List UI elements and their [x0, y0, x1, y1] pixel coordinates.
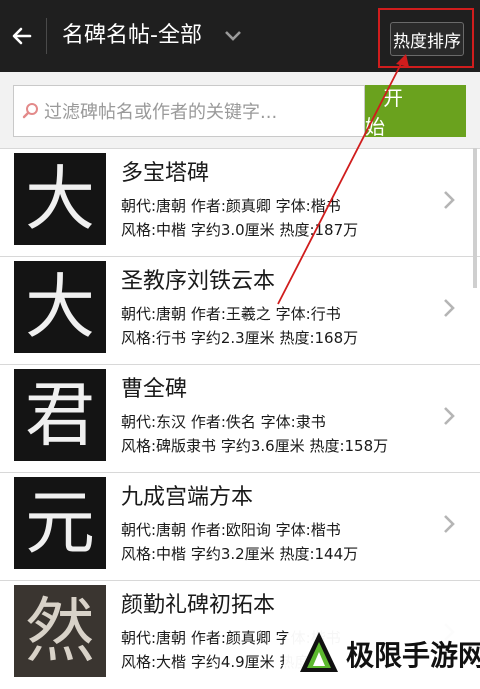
list-item[interactable]: 大 圣教序刘铁云本 朝代:唐朝 作者:王羲之 字体:行书 风格:行书 字约2.3… [0, 256, 480, 365]
list-item[interactable]: 君 曹全碑 朝代:东汉 作者:佚名 字体:隶书 风格:碑版隶书 字约3.6厘米 … [0, 364, 480, 473]
chevron-right-icon [444, 299, 455, 317]
watermark: 极限手游网 [284, 618, 480, 686]
item-title: 多宝塔碑 [121, 161, 210, 186]
item-meta-dynasty: 朝代:唐朝 作者:欧阳询 字体:楷书 [121, 521, 341, 539]
sort-by-popularity-button[interactable]: 热度排序 [390, 22, 464, 56]
header-divider [46, 18, 47, 54]
back-button[interactable] [8, 18, 36, 54]
item-meta-dynasty: 朝代:唐朝 作者:颜真卿 字体:楷书 [121, 197, 341, 215]
watermark-logo-icon [300, 632, 338, 672]
item-meta-style: 风格:行书 字约2.3厘米 热度:168万 [121, 329, 359, 347]
item-meta-style: 风格:碑版隶书 字约3.6厘米 热度:158万 [121, 437, 389, 455]
item-title: 九成宫端方本 [121, 485, 254, 510]
chevron-down-icon[interactable] [224, 30, 242, 42]
list-item[interactable]: 大 多宝塔碑 朝代:唐朝 作者:颜真卿 字体:楷书 风格:中楷 字约3.0厘米 … [0, 148, 480, 257]
item-title: 圣教序刘铁云本 [121, 269, 276, 294]
item-meta-style: 风格:中楷 字约3.2厘米 热度:144万 [121, 545, 359, 563]
watermark-text: 极限手游网 [346, 639, 480, 672]
chevron-right-icon [444, 407, 455, 425]
sort-highlight-box: 热度排序 [378, 8, 474, 68]
calligraphy-thumbnail: 然 [14, 585, 106, 677]
search-placeholder: 过滤碑帖名或作者的关键字... [44, 102, 278, 123]
item-meta-style: 风格:中楷 字约3.0厘米 热度:187万 [121, 221, 359, 239]
back-arrow-icon [12, 27, 32, 45]
search-icon [22, 103, 38, 119]
page-title[interactable]: 名碑名帖-全部 [62, 22, 202, 50]
item-title: 曹全碑 [121, 377, 188, 402]
start-search-button[interactable]: 开 始 [365, 85, 466, 139]
calligraphy-thumbnail: 君 [14, 369, 106, 461]
calligraphy-thumbnail: 元 [14, 477, 106, 569]
chevron-right-icon [444, 515, 455, 533]
calligraphy-thumbnail: 大 [14, 153, 106, 245]
item-meta-dynasty: 朝代:东汉 作者:佚名 字体:隶书 [121, 413, 326, 431]
scrollbar[interactable] [473, 148, 477, 288]
chevron-right-icon [444, 191, 455, 209]
calligraphy-thumbnail: 大 [14, 261, 106, 353]
search-input[interactable]: 过滤碑帖名或作者的关键字... [13, 85, 365, 137]
list-item[interactable]: 元 九成宫端方本 朝代:唐朝 作者:欧阳询 字体:楷书 风格:中楷 字约3.2厘… [0, 472, 480, 581]
item-meta-dynasty: 朝代:唐朝 作者:王羲之 字体:行书 [121, 305, 341, 323]
top-app-bar: 名碑名帖-全部 热度排序 [0, 0, 480, 72]
item-title: 颜勤礼碑初拓本 [121, 593, 276, 618]
